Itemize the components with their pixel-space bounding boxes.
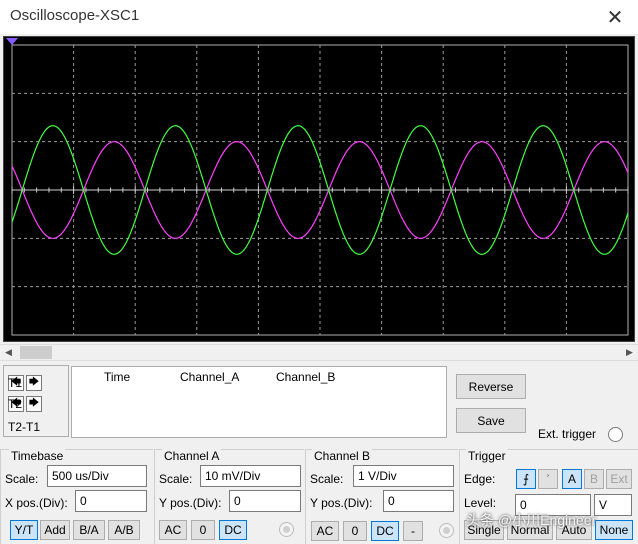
cursor-t2-row: T2 🡄 🡆	[8, 396, 44, 412]
trigger-auto-button[interactable]: Auto	[556, 520, 592, 540]
channel-a-scale-field[interactable]: 10 mV/Div	[200, 465, 301, 487]
cursor-t2-label: T2	[8, 397, 23, 411]
trigger-group: Trigger Edge: ⨍ ʾ A B Ext Level: 0 V Sin…	[459, 449, 638, 544]
channel-a-terminal	[279, 522, 294, 537]
channel-b-group: Channel B Scale: 1 V/Div Y pos.(Div): 0 …	[305, 449, 458, 544]
scroll-left-icon[interactable]: ◀	[0, 345, 17, 360]
trigger-source-b-button[interactable]: B	[584, 469, 604, 489]
mode-yt-button[interactable]: Y/T	[10, 520, 38, 540]
save-button[interactable]: Save	[456, 408, 526, 433]
channel-a-ypos-field[interactable]: 0	[229, 490, 301, 512]
trigger-edge-label: Edge:	[464, 472, 496, 486]
close-icon: ✕	[606, 6, 624, 29]
channel-a-group: Channel A Scale: 10 mV/Div Y pos.(Div): …	[154, 449, 304, 544]
trigger-normal-button[interactable]: Normal	[507, 520, 553, 540]
trigger-title: Trigger	[466, 449, 508, 463]
channel-b-scale-field[interactable]: 1 V/Div	[353, 465, 454, 487]
trigger-level-unit[interactable]: V	[594, 494, 632, 516]
arrow-right-icon: 🡆	[28, 376, 40, 388]
scope-grid	[11, 44, 629, 336]
channel-a-ypos-label: Y pos.(Div):	[159, 496, 222, 510]
channel-a-zero-button[interactable]: 0	[191, 520, 215, 540]
scope-display	[3, 36, 635, 342]
mode-ba-button[interactable]: B/A	[73, 520, 105, 540]
timebase-scale-label: Scale:	[5, 472, 39, 486]
edge-rising-button[interactable]: ⨍	[516, 469, 536, 489]
timebase-scale-field[interactable]: 500 us/Div	[47, 465, 147, 487]
col-header-channel-a: Channel_A	[180, 370, 240, 384]
channel-a-dc-button[interactable]: DC	[219, 520, 247, 540]
cursor-diff-label: T2-T1	[8, 420, 41, 434]
trigger-level-field[interactable]: 0	[515, 494, 591, 516]
channel-b-ypos-field[interactable]: 0	[383, 490, 454, 512]
channel-b-ypos-label: Y pos.(Div):	[310, 496, 373, 510]
window-title: Oscilloscope-XSC1	[10, 7, 140, 24]
time-scrollbar[interactable]: ◀ ▶	[0, 344, 638, 361]
trigger-none-button[interactable]: None	[595, 520, 633, 540]
timebase-title: Timebase	[9, 449, 66, 463]
reverse-button[interactable]: Reverse	[456, 374, 526, 399]
channel-b-zero-button[interactable]: 0	[343, 521, 367, 541]
timebase-group: Timebase Scale: 500 us/Div X pos.(Div): …	[0, 449, 153, 544]
scroll-right-icon[interactable]: ▶	[621, 345, 638, 360]
trigger-source-a-button[interactable]: A	[562, 469, 582, 489]
mode-ab-button[interactable]: A/B	[108, 520, 140, 540]
cursor-panel: T1 🡄 🡆 T2 🡄 🡆 T2-T1	[3, 365, 69, 437]
col-header-channel-b: Channel_B	[276, 370, 336, 384]
channel-b-scale-label: Scale:	[310, 472, 344, 486]
trigger-level-label: Level:	[464, 496, 497, 510]
close-button[interactable]: ✕	[592, 0, 638, 34]
channel-b-terminal	[439, 523, 454, 538]
scroll-thumb[interactable]	[20, 346, 52, 359]
cursor-t1-label: T1	[8, 376, 23, 390]
mode-add-button[interactable]: Add	[40, 520, 70, 540]
arrow-right-icon: 🡆	[28, 397, 40, 409]
rising-edge-icon: ⨍	[522, 472, 530, 486]
readout-table: Time Channel_A Channel_B	[71, 366, 447, 438]
col-header-time: Time	[104, 370, 131, 384]
edge-falling-button[interactable]: ʾ	[538, 469, 558, 489]
cursor-t1-row: T1 🡄 🡆	[8, 375, 44, 391]
channel-a-scale-label: Scale:	[159, 472, 193, 486]
timebase-xpos-field[interactable]: 0	[75, 490, 147, 512]
channel-b-dc-button[interactable]: DC	[371, 521, 399, 541]
falling-edge-icon: ʾ	[546, 472, 550, 486]
ext-trigger-terminal[interactable]	[608, 427, 623, 442]
channel-b-title: Channel B	[312, 449, 373, 463]
title-bar: Oscilloscope-XSC1 ✕	[0, 0, 638, 34]
channel-b-ac-button[interactable]: AC	[311, 521, 339, 541]
trigger-source-ext-button[interactable]: Ext	[606, 469, 632, 489]
channel-b-minus-button[interactable]: -	[403, 521, 423, 541]
trigger-marker-icon[interactable]	[6, 38, 18, 45]
scope-screen	[6, 38, 629, 336]
ext-trigger-label: Ext. trigger	[538, 427, 597, 441]
timebase-xpos-label: X pos.(Div):	[5, 496, 68, 510]
trigger-single-button[interactable]: Single	[464, 520, 504, 540]
channel-a-title: Channel A	[162, 449, 222, 463]
channel-a-ac-button[interactable]: AC	[159, 520, 187, 540]
